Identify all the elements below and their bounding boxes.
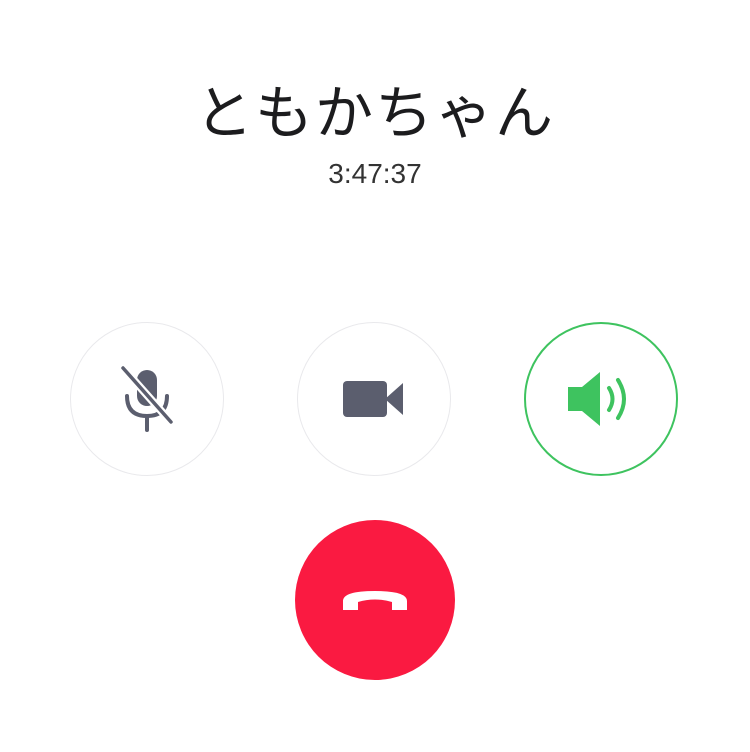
end-call-button[interactable] [295,520,455,680]
mic-off-icon [119,364,175,432]
video-camera-icon [343,381,403,417]
call-duration: 3:47:37 [328,158,422,189]
hang-up-icon [343,591,407,610]
speaker-icon [568,372,626,426]
video-button[interactable] [297,322,451,476]
mute-button[interactable] [70,322,224,476]
speaker-button[interactable] [524,322,678,476]
caller-name: ともかちゃん [194,79,555,147]
